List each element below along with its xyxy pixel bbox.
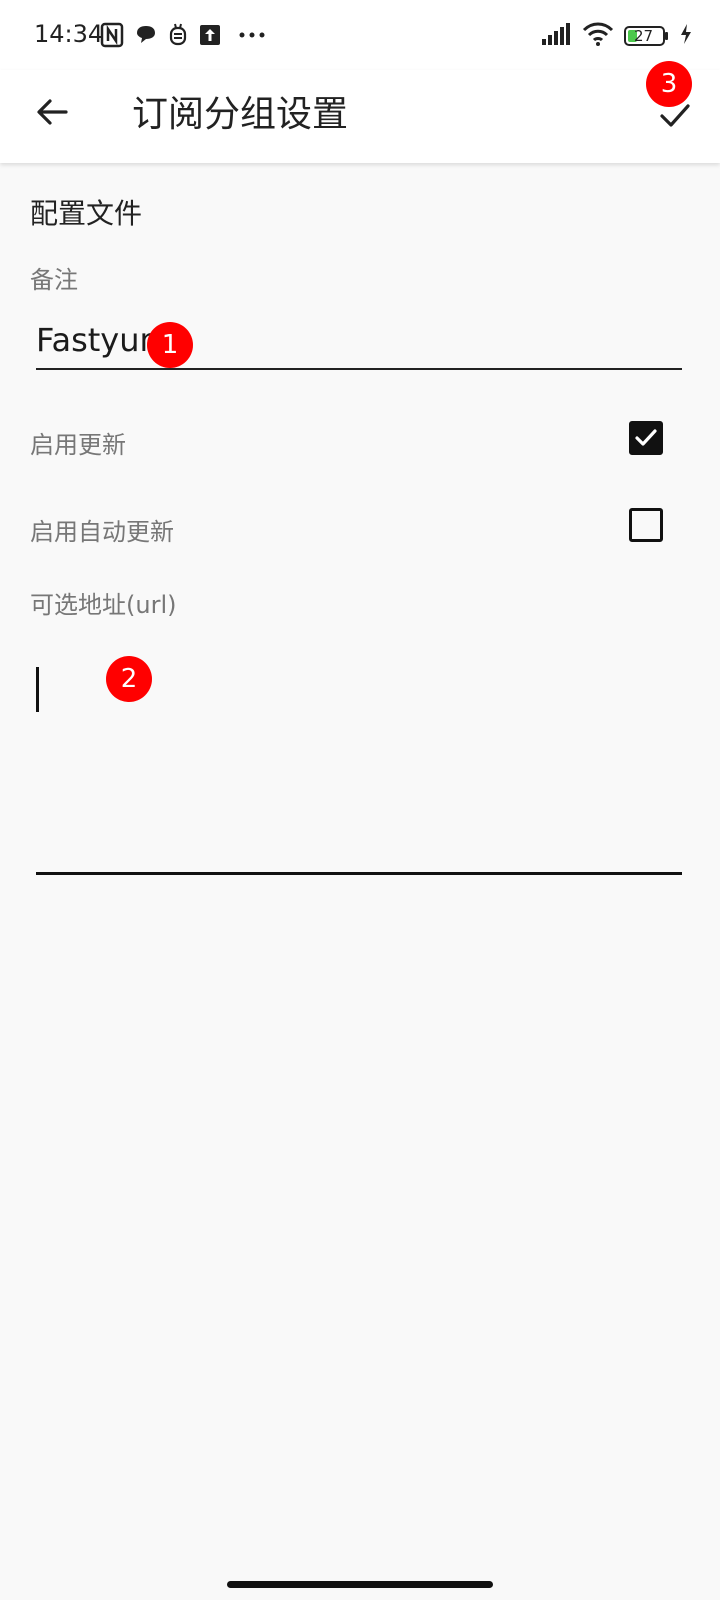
setting-enable-auto-update[interactable]: 启用自动更新	[0, 492, 720, 562]
status-time: 14:34	[34, 20, 104, 48]
battery-level: 27	[634, 27, 654, 45]
setting-label: 启用自动更新	[30, 518, 174, 546]
section-title: 配置文件	[30, 197, 143, 230]
enable-auto-update-checkbox[interactable]	[629, 508, 663, 542]
url-label: 可选地址(url)	[30, 591, 177, 619]
enable-update-checkbox[interactable]	[629, 421, 663, 455]
charging-icon	[680, 23, 692, 49]
status-bar: 14:34 27	[0, 0, 720, 70]
remark-value: Fastyun	[36, 321, 160, 359]
more-icon	[238, 22, 265, 48]
remark-input[interactable]: Fastyun	[36, 318, 682, 370]
setting-label: 启用更新	[30, 431, 126, 459]
marker-2: 2	[106, 656, 152, 702]
signal-icon	[542, 23, 572, 49]
chat-icon	[134, 22, 158, 48]
remark-label: 备注	[30, 266, 78, 294]
checkmark-icon	[635, 429, 657, 446]
bug-icon	[166, 22, 190, 48]
back-button[interactable]	[26, 88, 78, 140]
upload-icon	[198, 22, 222, 48]
marker-1: 1	[147, 322, 193, 368]
marker-3: 3	[646, 61, 692, 107]
battery-icon: 27	[624, 25, 670, 47]
setting-enable-update[interactable]: 启用更新	[0, 405, 720, 475]
app-bar: 订阅分组设置	[0, 70, 720, 163]
home-indicator[interactable]	[227, 1581, 493, 1588]
nfc-icon	[100, 22, 124, 48]
page-title: 订阅分组设置	[132, 94, 349, 135]
text-cursor	[36, 667, 39, 712]
arrow-left-icon	[36, 98, 68, 130]
wifi-icon	[582, 22, 614, 50]
